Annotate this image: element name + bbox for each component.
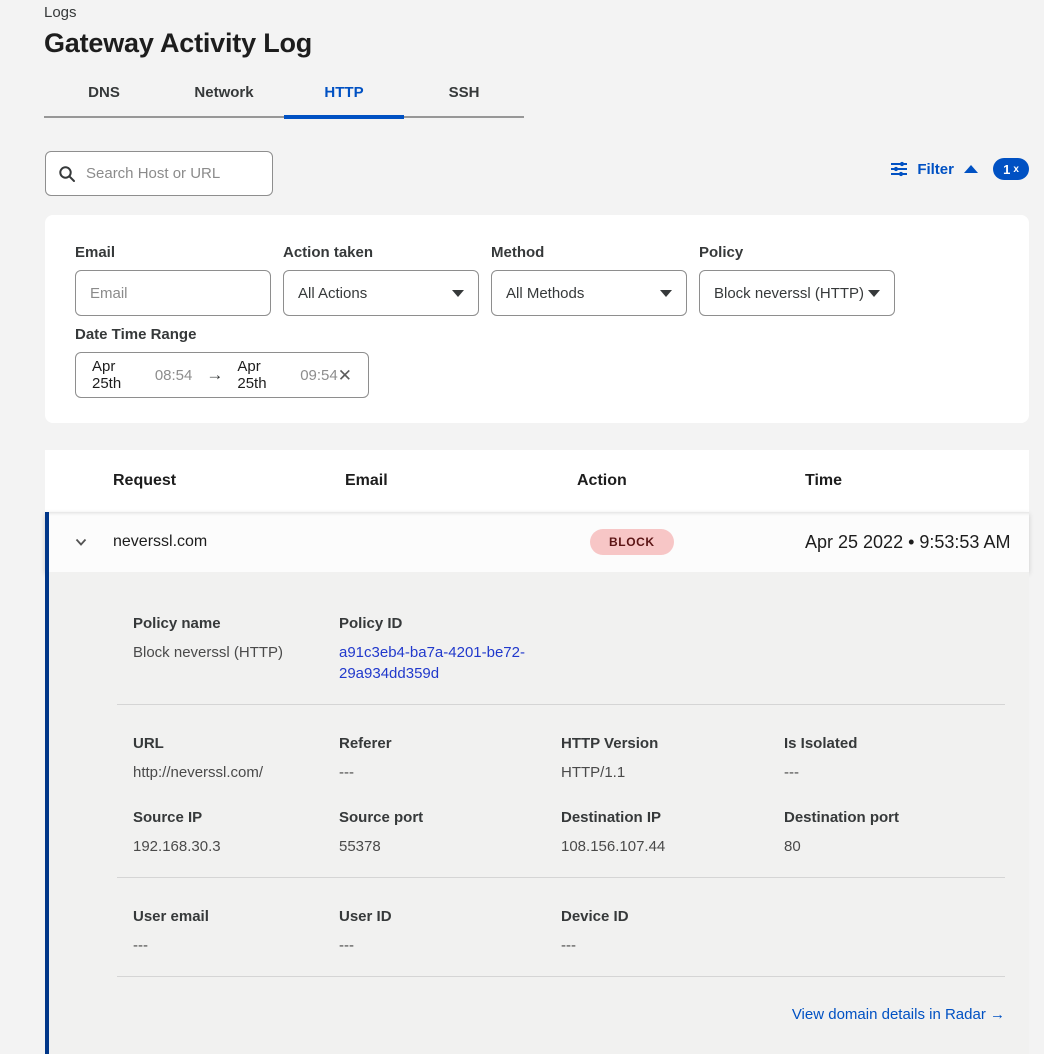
log-details-panel: Policy name Block neverssl (HTTP) Policy…	[45, 572, 1029, 1054]
action-filter-select[interactable]: All Actions	[283, 270, 479, 316]
action-filter-label: Action taken	[283, 244, 479, 261]
log-type-tabs: DNS Network HTTP SSH	[44, 76, 524, 118]
action-filter-value: All Actions	[298, 285, 367, 302]
user-id-value: ---	[339, 935, 545, 956]
source-port-label: Source port	[339, 807, 545, 828]
filter-count: 1	[1003, 162, 1010, 177]
device-id-value: ---	[561, 935, 768, 956]
breadcrumb[interactable]: Logs	[44, 4, 77, 21]
filter-panel: Email Action taken All Actions Method Al…	[45, 215, 1029, 423]
filter-field-method: Method All Methods	[491, 244, 687, 316]
search-input[interactable]	[86, 165, 260, 182]
end-time: 09:54	[300, 367, 338, 384]
url-label: URL	[133, 733, 323, 754]
filter-field-date-range: Date Time Range Apr 25th 08:54 → Apr 25t…	[75, 326, 369, 398]
page-title: Gateway Activity Log	[44, 28, 312, 59]
user-section: User email --- User ID --- Device ID ---	[117, 878, 1005, 956]
filter-field-policy: Policy Block neverssl (HTTP)	[699, 244, 895, 316]
referer-value: ---	[339, 762, 545, 783]
search-box	[45, 151, 273, 196]
is-isolated-label: Is Isolated	[784, 733, 1005, 754]
row-expand-chevron-icon[interactable]	[49, 534, 113, 550]
device-id-label: Device ID	[561, 906, 768, 927]
clear-filters-x[interactable]: x	[1013, 164, 1019, 175]
policy-id-link[interactable]: a91c3eb4-ba7a-4201-be72-29a934dd359d	[339, 642, 539, 684]
http-version-label: HTTP Version	[561, 733, 768, 754]
policy-filter-label: Policy	[699, 244, 895, 261]
request-section-row2: Source IP 192.168.30.3 Source port 55378…	[117, 807, 1005, 857]
destination-port-value: 80	[784, 836, 1005, 857]
gateway-activity-log-page: Logs Gateway Activity Log DNS Network HT…	[0, 0, 1044, 1054]
arrow-right-icon: →	[206, 365, 223, 385]
http-version-value: HTTP/1.1	[561, 762, 768, 783]
tab-network[interactable]: Network	[164, 76, 284, 116]
source-ip-label: Source IP	[133, 807, 323, 828]
chevron-down-icon	[452, 290, 464, 297]
user-email-value: ---	[133, 935, 323, 956]
column-header-action: Action	[577, 472, 805, 490]
start-time: 08:54	[155, 367, 193, 384]
chevron-down-icon	[868, 290, 880, 297]
search-icon	[58, 165, 76, 183]
user-email-label: User email	[133, 906, 323, 927]
source-port-value: 55378	[339, 836, 545, 857]
filter-sliders-icon[interactable]	[890, 160, 908, 178]
filter-field-action: Action taken All Actions	[283, 244, 479, 316]
destination-port-label: Destination port	[784, 807, 1005, 828]
date-range-picker[interactable]: Apr 25th 08:54 → Apr 25th 09:54 ✕	[75, 352, 369, 398]
policy-id-label: Policy ID	[339, 613, 545, 634]
filter-toggle[interactable]: Filter	[917, 161, 954, 178]
log-table-header: Request Email Action Time	[45, 450, 1029, 512]
date-range-label: Date Time Range	[75, 326, 369, 343]
collapse-filters-icon[interactable]	[964, 165, 978, 173]
method-filter-label: Method	[491, 244, 687, 261]
method-filter-select[interactable]: All Methods	[491, 270, 687, 316]
email-filter-box	[75, 270, 271, 316]
method-filter-value: All Methods	[506, 285, 584, 302]
user-id-label: User ID	[339, 906, 545, 927]
column-header-request: Request	[113, 472, 345, 490]
clear-date-range-icon[interactable]: ✕	[338, 367, 352, 384]
source-ip-value: 192.168.30.3	[133, 836, 323, 857]
row-request-value: neverssl.com	[113, 533, 345, 551]
request-section-row1: URL http://neverssl.com/ Referer --- HTT…	[117, 705, 1005, 783]
policy-filter-value: Block neverssl (HTTP)	[714, 285, 864, 302]
column-header-time: Time	[805, 472, 1029, 490]
row-time-value: Apr 25 2022 • 9:53:53 AM	[805, 532, 1029, 553]
start-date: Apr 25th	[92, 358, 146, 392]
url-value: http://neverssl.com/	[133, 762, 323, 783]
policy-name-label: Policy name	[133, 613, 323, 634]
active-filter-count-badge[interactable]: 1 x	[993, 158, 1029, 180]
column-header-email: Email	[345, 472, 577, 490]
email-filter-input[interactable]	[90, 285, 256, 302]
tab-dns[interactable]: DNS	[44, 76, 164, 116]
tab-ssh[interactable]: SSH	[404, 76, 524, 116]
table-row[interactable]: neverssl.com BLOCK Apr 25 2022 • 9:53:53…	[45, 512, 1029, 572]
policy-section: Policy name Block neverssl (HTTP) Policy…	[117, 613, 1005, 684]
policy-name-value: Block neverssl (HTTP)	[133, 642, 323, 663]
destination-ip-value: 108.156.107.44	[561, 836, 768, 857]
filter-field-email: Email	[75, 244, 271, 316]
policy-filter-select[interactable]: Block neverssl (HTTP)	[699, 270, 895, 316]
end-date: Apr 25th	[237, 358, 291, 392]
email-filter-label: Email	[75, 244, 271, 261]
tab-http[interactable]: HTTP	[284, 76, 404, 116]
view-in-radar-link[interactable]: View domain details in Radar →	[792, 1006, 1005, 1023]
status-badge: BLOCK	[590, 529, 674, 555]
section-divider	[117, 976, 1005, 977]
chevron-down-icon	[660, 290, 672, 297]
referer-label: Referer	[339, 733, 545, 754]
is-isolated-value: ---	[784, 762, 1005, 783]
filter-bar: Filter 1 x	[890, 158, 1029, 180]
destination-ip-label: Destination IP	[561, 807, 768, 828]
